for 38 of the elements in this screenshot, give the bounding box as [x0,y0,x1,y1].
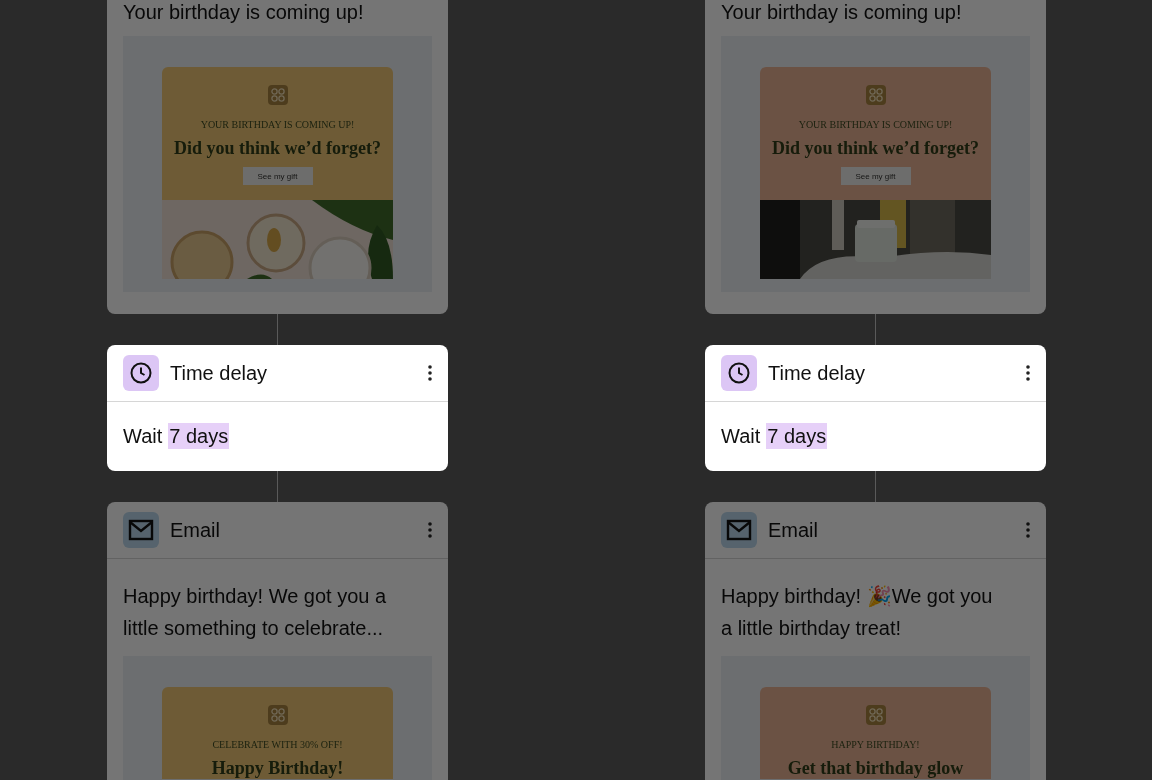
more-icon[interactable] [428,365,432,381]
delay-value: 7 days [168,423,230,449]
logo-icon [865,705,886,725]
email-subject: Happy birthday! We got you a little something to celebrate... [123,584,388,641]
email-subject: Happy birthday! 🎉We got you a little birthday treat! [721,584,994,641]
banner-headline: Did you think we’d forget? [772,138,979,159]
step-title: Time delay [170,361,269,385]
banner-kicker: CELEBRATE WITH 30% OFF! [212,739,343,750]
mail-icon [721,512,757,548]
email-card[interactable]: Email Happy birthday! 🎉We got you a little birthday treat! HAPPY BIRTHDAY! Get that birthday glow [705,502,1046,780]
clock-icon [123,355,159,391]
delay-card[interactable]: Time delay Wait 7 days [705,345,1046,471]
delay-value: 7 days [766,423,828,449]
email-card[interactable]: Your birthday is coming up! YOUR BIRTHDAY IS COMING UP! Did you think we’d forget? See my gift [705,0,1046,314]
delay-card[interactable]: Time delay Wait 7 days [107,345,448,471]
banner-kicker: HAPPY BIRTHDAY! [831,739,920,750]
delay-label: Wait [123,424,163,449]
email-subject: Your birthday is coming up! [721,0,963,24]
clock-icon [721,355,757,391]
banner-kicker: YOUR BIRTHDAY IS COMING UP! [798,119,953,130]
banner-kicker: YOUR BIRTHDAY IS COMING UP! [200,119,355,130]
email-card[interactable]: Your birthday is coming up! YOUR BIRTHDAY IS COMING UP! Did you think we’d forget? See my gift [107,0,448,314]
logo-icon [865,85,886,105]
email-subject: Your birthday is coming up! [123,0,365,24]
delay-label: Wait [721,424,761,449]
step-title: Email [170,518,221,542]
mail-icon [123,512,159,548]
logo-icon [267,85,288,105]
gift-button[interactable]: See my gift [242,167,313,185]
banner-headline: Happy Birthday! [211,758,344,779]
gift-button[interactable]: See my gift [840,167,911,185]
banner-headline: Get that birthday glow [787,758,964,779]
banner-headline: Did you think we’d forget? [174,138,381,159]
step-title: Time delay [768,361,867,385]
email-card[interactable]: Email Happy birthday! We got you a little something to celebrate... CELEBRATE WITH 30% OFF! Happy Birthday! [107,502,448,780]
logo-icon [267,705,288,725]
more-icon[interactable] [1026,365,1030,381]
step-title: Email [768,518,819,542]
